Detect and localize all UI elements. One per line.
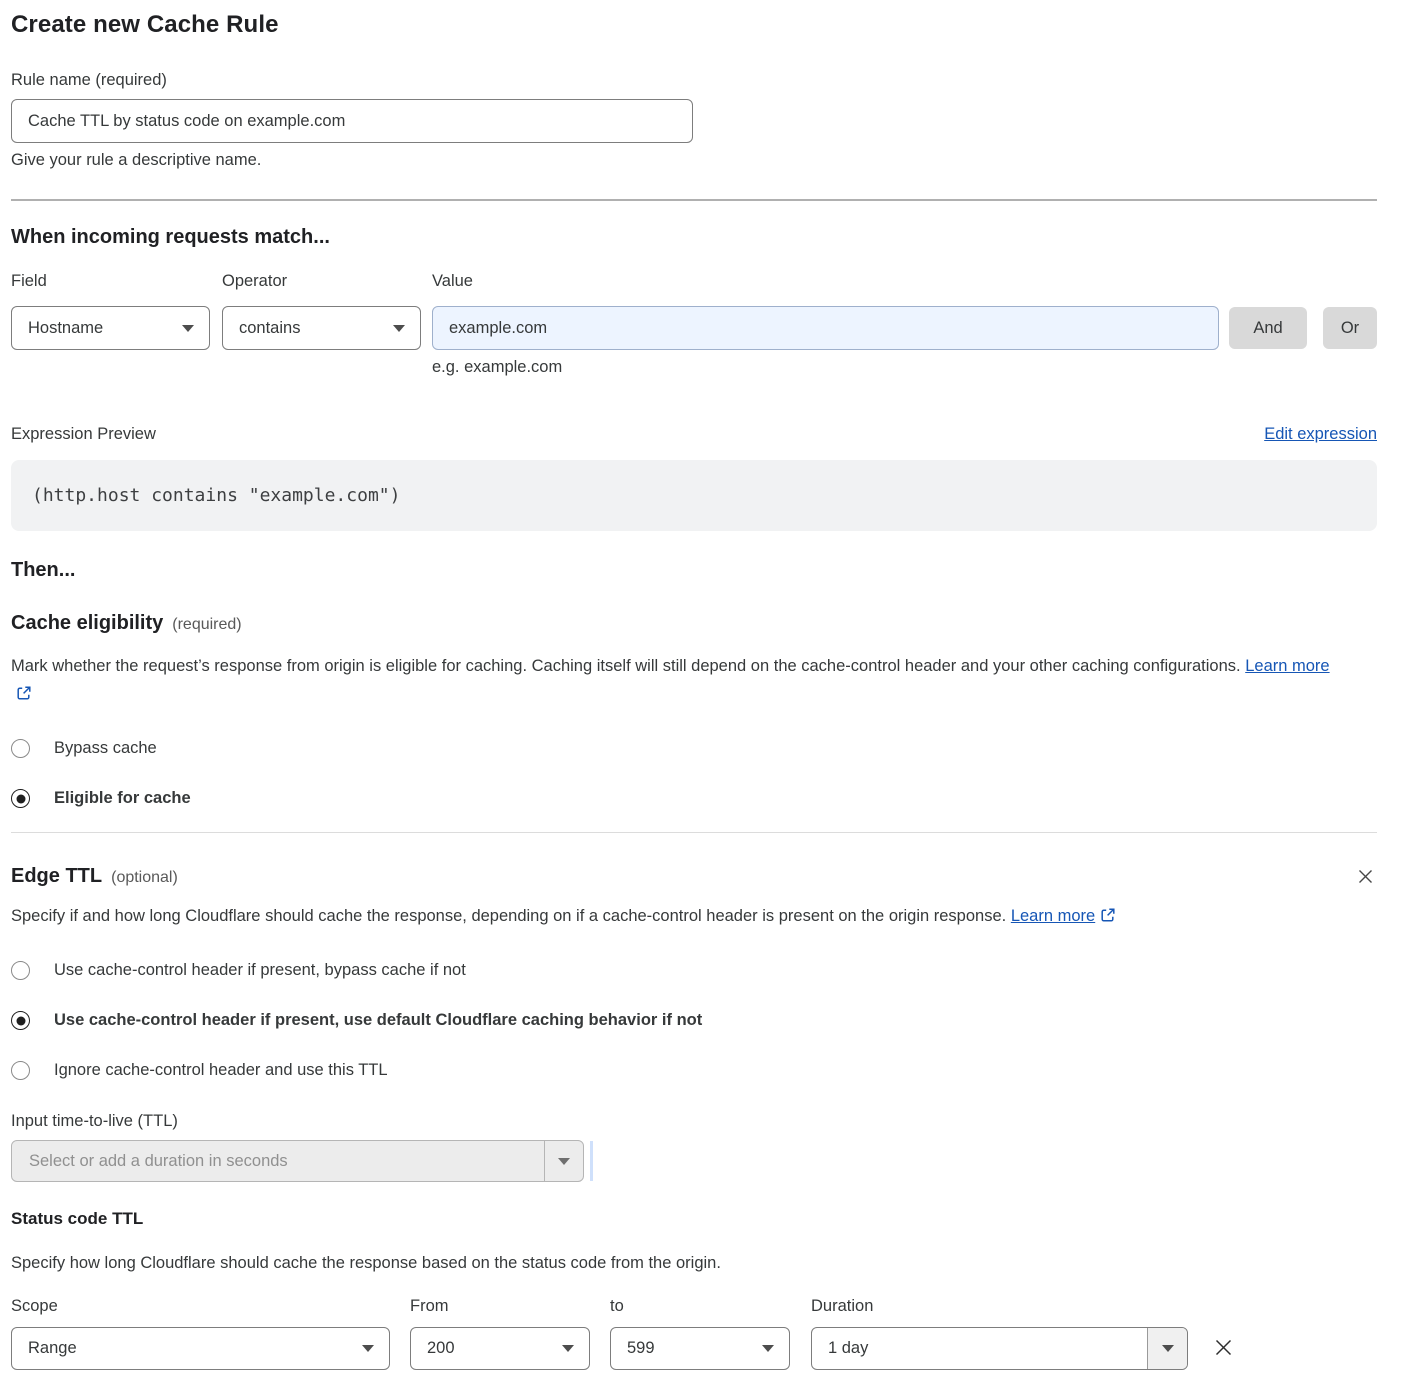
edge-ttl-header: Edge TTL (optional) [11,865,1377,888]
section-divider [11,832,1377,833]
edge-ttl-description-text: Specify if and how long Cloudflare shoul… [11,907,1006,925]
edge-ttl-option-1-label: Use cache-control header if present, byp… [54,961,466,980]
rule-name-help: Give your rule a descriptive name. [11,151,1377,170]
rule-name-input[interactable] [11,99,693,143]
radio-unselected-icon[interactable] [11,961,30,980]
edge-ttl-option-3-radio-row[interactable]: Ignore cache-control header and use this… [11,1061,1377,1080]
eligible-for-cache-label: Eligible for cache [54,789,191,808]
ttl-duration-placeholder: Select or add a duration in seconds [12,1141,544,1181]
scope-column: Scope Range [11,1297,390,1370]
chevron-down-icon[interactable] [1147,1328,1187,1369]
from-select[interactable]: 200 [410,1327,590,1370]
chevron-down-icon [393,325,405,332]
edge-ttl-option-3-label: Ignore cache-control header and use this… [54,1061,388,1080]
field-column: Field Hostname [11,272,210,350]
from-column: From 200 [410,1297,590,1370]
eligible-for-cache-radio-row[interactable]: Eligible for cache [11,789,1377,808]
edge-ttl-option-2-label: Use cache-control header if present, use… [54,1011,702,1030]
from-label: From [410,1297,590,1316]
close-icon[interactable] [1354,865,1377,888]
radio-unselected-icon[interactable] [11,1061,30,1080]
chevron-down-icon [762,1345,774,1352]
edge-ttl-option-2-radio-row[interactable]: Use cache-control header if present, use… [11,1011,1377,1030]
operator-select-value: contains [239,319,300,338]
expression-preview-header: Expression Preview Edit expression [11,425,1377,444]
then-heading: Then... [11,559,1377,582]
cache-eligibility-heading: Cache eligibility [11,612,163,635]
external-link-icon [16,682,32,710]
value-help: e.g. example.com [432,358,1377,377]
status-code-ttl-row: Scope Range From 200 to 599 Duration 1 d… [11,1297,1377,1370]
status-code-ttl-heading: Status code TTL [11,1209,1377,1229]
rule-name-label: Rule name (required) [11,71,1377,90]
external-link-icon [1100,904,1116,932]
section-divider [11,199,1377,201]
and-button[interactable]: And [1229,307,1307,349]
radio-unselected-icon[interactable] [11,739,30,758]
operator-label: Operator [222,272,421,291]
field-select-value: Hostname [28,319,103,338]
duration-column: Duration 1 day [811,1297,1188,1370]
radio-selected-icon[interactable] [11,1011,30,1030]
chevron-down-icon [362,1345,374,1352]
cache-eligibility-learn-more-link[interactable]: Learn more [1245,657,1329,675]
remove-rule-icon[interactable] [1210,1334,1237,1361]
from-select-value: 200 [427,1339,455,1358]
text-cursor [590,1141,593,1181]
value-input[interactable] [432,306,1219,350]
edge-ttl-learn-more-link[interactable]: Learn more [1011,907,1095,925]
expression-code: (http.host contains "example.com") [32,485,400,506]
scope-select-value: Range [28,1339,77,1358]
bypass-cache-radio-row[interactable]: Bypass cache [11,739,1377,758]
scope-select[interactable]: Range [11,1327,390,1370]
scope-label: Scope [11,1297,390,1316]
status-code-ttl-description: Specify how long Cloudflare should cache… [11,1249,1341,1277]
ttl-input-row: Select or add a duration in seconds [11,1140,1377,1182]
cache-eligibility-description-text: Mark whether the request’s response from… [11,657,1241,675]
duration-label: Duration [811,1297,1188,1316]
to-column: to 599 [610,1297,790,1370]
cache-eligibility-description: Mark whether the request’s response from… [11,652,1341,710]
edge-ttl-heading-group: Edge TTL (optional) [11,865,178,888]
page-title: Create new Cache Rule [11,11,1377,39]
edge-ttl-heading: Edge TTL [11,865,102,888]
ttl-input-label: Input time-to-live (TTL) [11,1112,1377,1131]
edge-ttl-qualifier: (optional) [111,869,178,887]
field-select[interactable]: Hostname [11,306,210,350]
duration-select[interactable]: 1 day [811,1327,1188,1370]
radio-selected-icon[interactable] [11,789,30,808]
operator-select[interactable]: contains [222,306,421,350]
create-cache-rule-page: Create new Cache Rule Rule name (require… [0,0,1412,1370]
chevron-down-icon[interactable] [544,1141,583,1181]
chevron-down-icon [182,325,194,332]
edge-ttl-description: Specify if and how long Cloudflare shoul… [11,902,1121,932]
value-label: Value [432,272,1219,291]
edit-expression-link[interactable]: Edit expression [1264,425,1377,444]
operator-column: Operator contains [222,272,421,350]
expression-code-block: (http.host contains "example.com") [11,460,1377,531]
duration-select-value: 1 day [812,1328,1147,1369]
match-condition-row: Field Hostname Operator contains Value A… [11,272,1377,350]
edge-ttl-option-1-radio-row[interactable]: Use cache-control header if present, byp… [11,961,1377,980]
chevron-down-icon [562,1345,574,1352]
expression-preview-label: Expression Preview [11,425,156,444]
cache-eligibility-header: Cache eligibility (required) [11,612,1377,635]
value-column: Value [432,272,1219,350]
cache-eligibility-qualifier: (required) [172,616,241,634]
match-heading: When incoming requests match... [11,226,1377,249]
to-label: to [610,1297,790,1316]
to-select-value: 599 [627,1339,655,1358]
to-select[interactable]: 599 [610,1327,790,1370]
field-label: Field [11,272,210,291]
bypass-cache-label: Bypass cache [54,739,157,758]
ttl-duration-select[interactable]: Select or add a duration in seconds [11,1140,584,1182]
or-button[interactable]: Or [1323,307,1377,349]
